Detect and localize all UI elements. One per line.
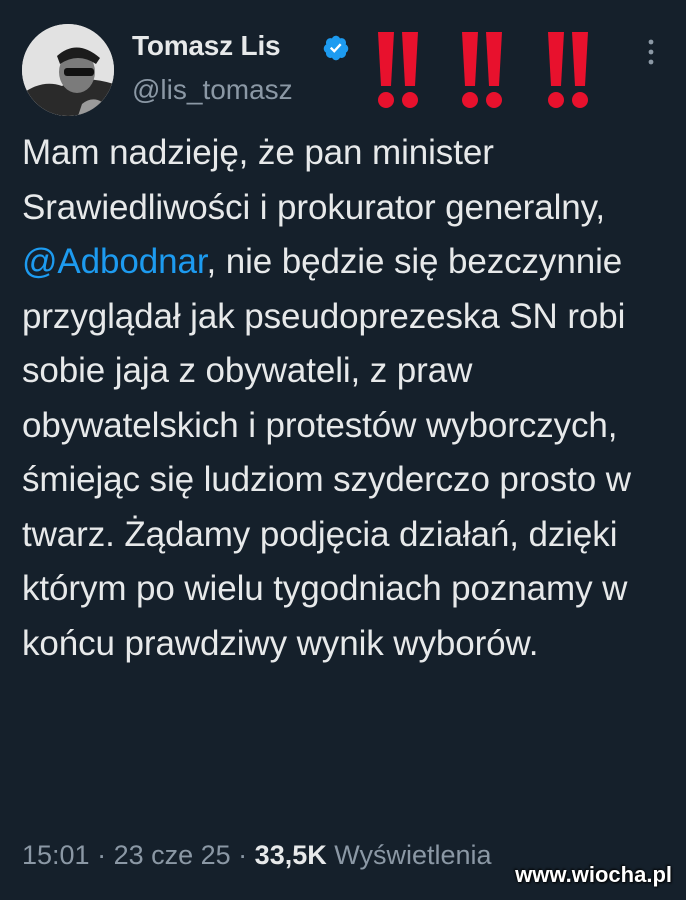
mention-link[interactable]: @Adbodnar: [22, 242, 207, 281]
tweet-time[interactable]: 15:01: [22, 840, 90, 870]
watermark: www.wiocha.pl: [515, 862, 672, 887]
meta-separator: ·: [230, 840, 255, 870]
verified-badge-icon: [323, 35, 349, 61]
more-options-icon[interactable]: [645, 38, 657, 66]
avatar[interactable]: [22, 24, 114, 116]
tweet-date[interactable]: 23 cze 25: [114, 840, 231, 870]
tweet-text-part1: Mam nadzieję, że pan minister Srawiedliw…: [22, 133, 606, 227]
exclamation-marks-icon: [378, 32, 588, 108]
meta-separator: ·: [89, 840, 114, 870]
views-label: Wyświetlenia: [334, 840, 492, 870]
tweet-text: Mam nadzieję, że pan minister Srawiedliw…: [22, 126, 662, 671]
tweet-meta: 15:01 · 23 cze 25 · 33,5K Wyświetlenia: [22, 840, 492, 871]
display-name[interactable]: Tomasz Lis: [132, 30, 281, 62]
profile-photo: [22, 24, 114, 116]
handle[interactable]: @lis_tomasz: [132, 74, 293, 106]
tweet-card: Tomasz Lis @lis_tomasz Mam nadzieję, że …: [0, 0, 686, 900]
views-count: 33,5K: [254, 840, 327, 870]
tweet-text-part2: , nie będzie się bezczynnie przyglądał j…: [22, 242, 631, 663]
